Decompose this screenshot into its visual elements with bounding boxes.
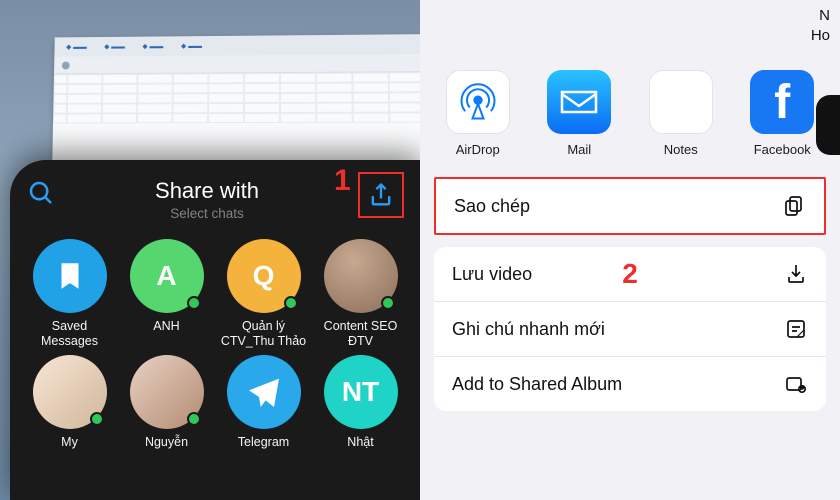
background-browser-window: ◆ ▬▬◆ ▬▬◆ ▬▬◆ ▬▬ <box>52 34 420 176</box>
share-title: Share with <box>56 178 358 204</box>
chat-label: Nguyễn <box>145 435 188 450</box>
annotation-1: 1 <box>334 164 351 198</box>
action-label: Sao chép <box>454 196 530 217</box>
avatar-photo <box>33 355 107 429</box>
chat-telegram[interactable]: Telegram <box>220 355 307 450</box>
airdrop-app[interactable]: AirDrop <box>446 70 510 157</box>
chat-label: Saved Messages <box>26 319 113 349</box>
action-list: Sao chép Lưu video 2 Ghi chú nhanh mới A… <box>420 177 840 423</box>
airdrop-icon <box>446 70 510 134</box>
chat-label: Content SEO ĐTV <box>317 319 404 349</box>
chat-anh[interactable]: A ANH <box>123 239 210 349</box>
notes-app[interactable]: Notes <box>649 70 713 157</box>
mail-app[interactable]: Mail <box>547 70 611 157</box>
app-label: Facebook <box>754 142 811 157</box>
partial-app-icon <box>816 95 840 155</box>
actions-group: Lưu video 2 Ghi chú nhanh mới Add to Sha… <box>434 247 826 411</box>
note-icon <box>784 317 808 341</box>
action-label: Lưu video <box>452 264 532 285</box>
search-icon[interactable] <box>26 178 56 208</box>
copy-action-card: Sao chép <box>434 177 826 235</box>
avatar-initial: Q <box>227 239 301 313</box>
facebook-icon: f <box>750 70 814 134</box>
facebook-app[interactable]: f Facebook <box>750 70 814 157</box>
action-label: Add to Shared Album <box>452 374 622 395</box>
annotation-2: 2 <box>622 258 638 290</box>
chat-my[interactable]: My <box>26 355 113 450</box>
share-with-sheet: Share with Select chats 1 Saved Messages… <box>10 160 420 500</box>
copy-icon <box>782 194 806 218</box>
avatar-initial: NT <box>324 355 398 429</box>
save-video-action[interactable]: Lưu video 2 <box>434 247 826 301</box>
share-subtitle: Select chats <box>56 206 358 221</box>
chat-nhat[interactable]: NT Nhật <box>317 355 404 450</box>
download-icon <box>784 262 808 286</box>
export-button[interactable]: 1 <box>358 172 404 218</box>
quick-note-action[interactable]: Ghi chú nhanh mới <box>434 301 826 356</box>
app-label: Mail <box>567 142 591 157</box>
app-row: AirDrop Mail Notes f Facebook <box>420 0 840 177</box>
app-label: AirDrop <box>456 142 500 157</box>
chat-quanly[interactable]: Q Quản lý CTV_Thu Thảo <box>220 239 307 349</box>
action-label: Ghi chú nhanh mới <box>452 319 605 340</box>
copy-action[interactable]: Sao chép <box>436 179 824 233</box>
chat-label: Quản lý CTV_Thu Thảo <box>220 319 307 349</box>
chat-label: Nhật <box>347 435 373 450</box>
chat-grid: Saved Messages A ANH Q Quản lý CTV_Thu T… <box>26 239 404 450</box>
avatar-initial: A <box>130 239 204 313</box>
ios-share-sheet: NHo AirDrop Mail Notes f Facebook <box>420 0 840 500</box>
chat-contentseo[interactable]: Content SEO ĐTV <box>317 239 404 349</box>
chat-label: ANH <box>153 319 179 334</box>
chat-label: Telegram <box>238 435 289 450</box>
chat-label: My <box>61 435 78 450</box>
app-label: Notes <box>664 142 698 157</box>
cropped-text: NHo <box>811 6 830 45</box>
shared-album-action[interactable]: Add to Shared Album <box>434 356 826 411</box>
chat-nguyen[interactable]: Nguyễn <box>123 355 210 450</box>
mail-icon <box>547 70 611 134</box>
notes-icon <box>649 70 713 134</box>
avatar-photo <box>130 355 204 429</box>
telegram-icon <box>227 355 301 429</box>
bookmark-icon <box>33 239 107 313</box>
shared-album-icon <box>784 372 808 396</box>
telegram-share-panel: ◆ ▬▬◆ ▬▬◆ ▬▬◆ ▬▬ Share with Select chats… <box>0 0 420 500</box>
avatar-photo <box>324 239 398 313</box>
chat-saved-messages[interactable]: Saved Messages <box>26 239 113 349</box>
